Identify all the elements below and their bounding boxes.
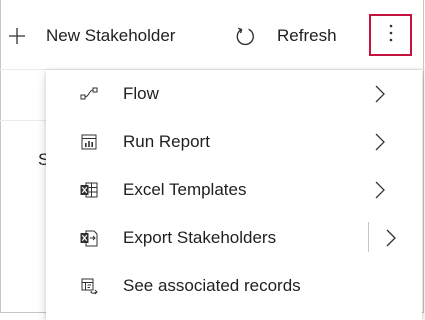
menu-item-label: Flow [123, 84, 159, 103]
menu-item-label: Export Stakeholders [123, 228, 277, 247]
chevron-right-icon [373, 83, 387, 105]
more-commands-menu: Flow Run Report Excel Templates Export S… [46, 70, 422, 320]
menu-item-flow[interactable]: Flow [46, 70, 422, 118]
new-stakeholder-button[interactable]: New Stakeholder [8, 19, 175, 53]
chevron-right-icon [373, 131, 387, 153]
split-divider [368, 222, 369, 252]
chevron-right-icon [373, 179, 387, 201]
menu-item-excel-templates[interactable]: Excel Templates [46, 166, 422, 214]
menu-item-label: See associated records [123, 276, 301, 295]
menu-item-export-stakeholders[interactable]: Export Stakeholders [46, 214, 422, 262]
background-divider [0, 120, 46, 121]
new-stakeholder-label: New Stakeholder [46, 26, 176, 45]
report-icon [80, 133, 98, 151]
chevron-right-icon[interactable] [384, 227, 398, 249]
menu-item-label: Excel Templates [123, 180, 247, 199]
refresh-icon [234, 25, 256, 47]
more-vertical-icon [388, 23, 394, 48]
command-bar: New Stakeholder Refresh [0, 0, 425, 70]
flow-icon [80, 85, 98, 103]
refresh-label: Refresh [277, 26, 337, 45]
menu-item-run-report[interactable]: Run Report [46, 118, 422, 166]
menu-item-see-associated-records[interactable]: See associated records [46, 262, 422, 310]
excel-template-icon [80, 181, 98, 199]
add-icon [8, 27, 26, 45]
menu-item-label: Run Report [123, 132, 210, 151]
associated-records-icon [80, 277, 98, 295]
refresh-button[interactable]: Refresh [234, 19, 337, 53]
excel-export-icon [80, 229, 98, 247]
more-commands-button[interactable] [369, 14, 412, 56]
